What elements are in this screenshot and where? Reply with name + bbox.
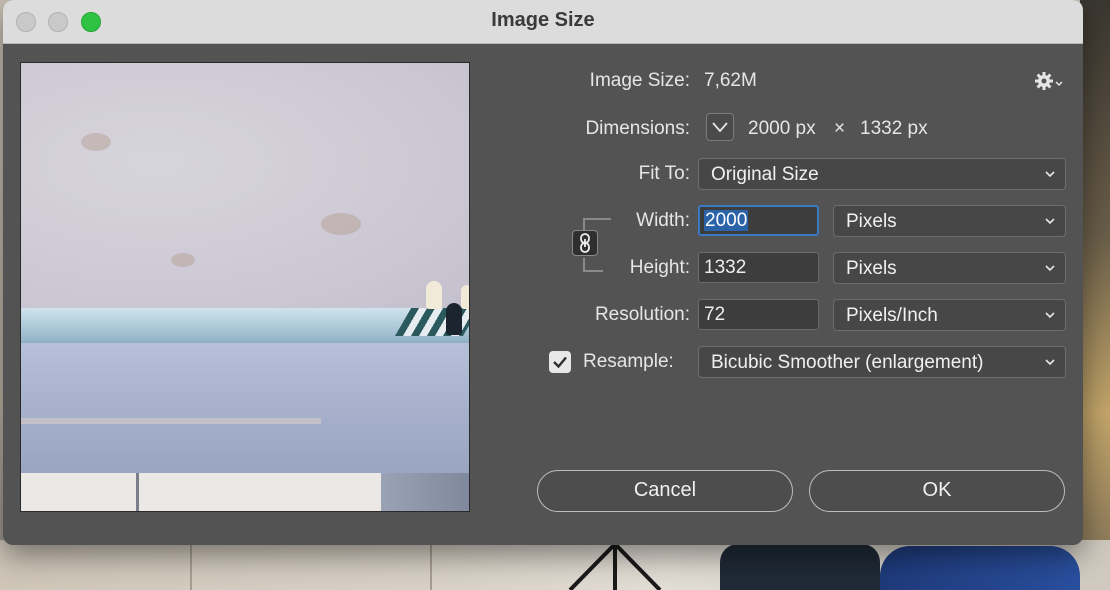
preview-shadow <box>381 473 469 511</box>
preview-wall <box>21 63 469 313</box>
resample-method-value: Bicubic Smoother (enlargement) <box>711 352 984 373</box>
background-stand <box>568 544 662 590</box>
wall-stain <box>321 213 361 235</box>
image-preview[interactable] <box>20 62 470 512</box>
resolution-input[interactable]: 72 <box>698 299 819 330</box>
dimensions-units-button[interactable] <box>706 113 734 141</box>
chevron-down-icon <box>1045 265 1055 272</box>
height-label: Height: <box>629 257 690 278</box>
fit-to-label: Fit To: <box>638 163 690 184</box>
checkmark-icon <box>553 356 567 369</box>
height-unit-value: Pixels <box>846 258 897 279</box>
resample-checkbox[interactable] <box>549 351 571 373</box>
chevron-down-icon <box>712 122 728 133</box>
resolution-label: Resolution: <box>594 304 690 325</box>
link-icon <box>580 233 590 253</box>
chevron-down-icon <box>1045 359 1055 366</box>
resample-method-select[interactable]: Bicubic Smoother (enlargement) <box>698 346 1066 378</box>
dimensions-label: Dimensions: <box>585 118 690 139</box>
background-right-strip <box>1080 0 1110 590</box>
window-title: Image Size <box>491 9 595 31</box>
height-input[interactable]: 1332 <box>698 252 819 283</box>
width-unit-value: Pixels <box>846 211 897 232</box>
preview-streak <box>21 418 321 424</box>
image-size-dialog: Image Size Image Size: 7,62M Dimensions:… <box>3 0 1083 545</box>
ok-button[interactable]: OK <box>809 470 1065 512</box>
width-unit-select[interactable]: Pixels <box>833 205 1066 237</box>
chess-piece-white <box>461 285 469 309</box>
background-bag <box>720 544 880 590</box>
width-value: 2000 <box>704 210 749 231</box>
height-unit-select[interactable]: Pixels <box>833 252 1066 284</box>
pavement-joint <box>430 540 432 590</box>
width-label: Width: <box>636 210 690 231</box>
chess-piece-black <box>446 303 462 335</box>
ground-joint <box>136 473 139 511</box>
background-blue-bag <box>880 546 1080 590</box>
chevron-down-icon <box>1045 171 1055 178</box>
wall-stain <box>81 133 111 151</box>
resolution-unit-value: Pixels/Inch <box>846 305 938 326</box>
chevron-down-icon <box>1045 218 1055 225</box>
height-value: 1332 <box>704 257 747 278</box>
chevron-down-icon <box>1045 312 1055 319</box>
gear-icon[interactable] <box>1034 70 1064 92</box>
chess-piece-white <box>426 281 442 309</box>
resolution-value: 72 <box>704 304 726 325</box>
resolution-unit-select[interactable]: Pixels/Inch <box>833 299 1066 331</box>
image-size-value: 7,62M <box>704 70 757 91</box>
preview-marble-block <box>21 343 469 473</box>
image-size-label: Image Size: <box>589 70 690 91</box>
pavement-joint <box>190 540 192 590</box>
dimensions-times: × <box>834 118 846 139</box>
resample-label: Resample: <box>583 351 674 372</box>
dimensions-height: 1332 px <box>860 118 928 139</box>
dimensions-width: 2000 px <box>748 118 816 139</box>
titlebar: Image Size <box>3 0 1083 44</box>
fit-to-value: Original Size <box>711 164 819 185</box>
width-input[interactable]: 2000 <box>698 205 819 236</box>
fit-to-select[interactable]: Original Size <box>698 158 1066 190</box>
constrain-proportions-button[interactable] <box>572 230 598 256</box>
wall-stain <box>171 253 195 267</box>
cancel-button[interactable]: Cancel <box>537 470 793 512</box>
